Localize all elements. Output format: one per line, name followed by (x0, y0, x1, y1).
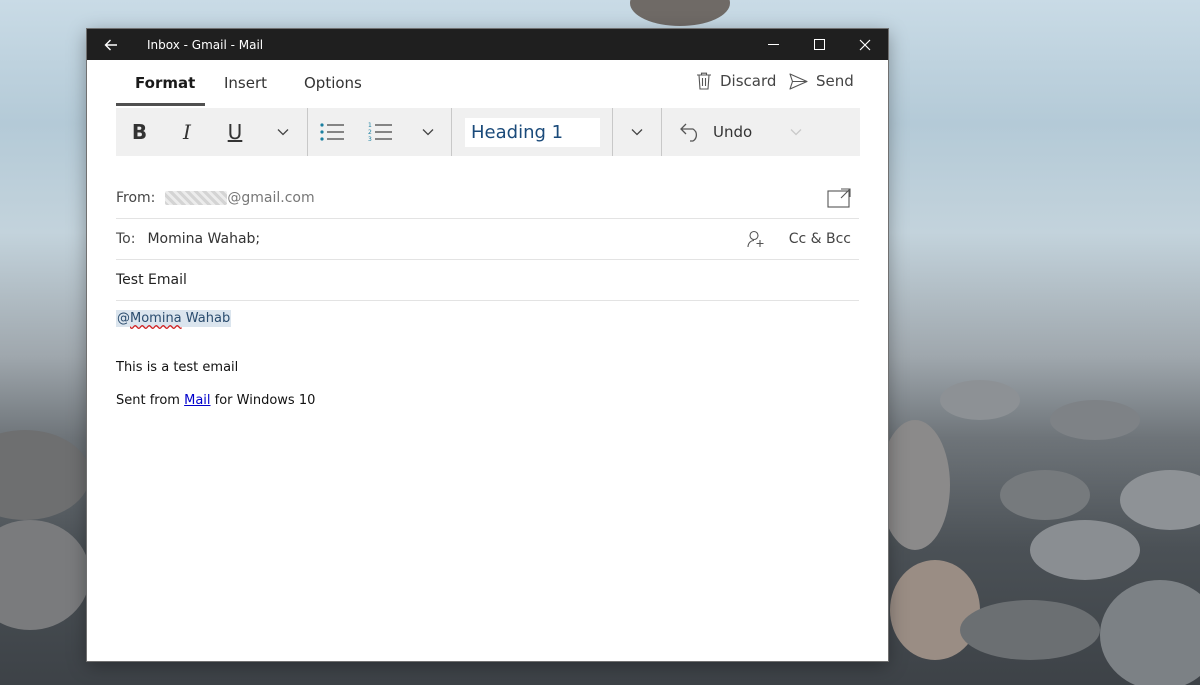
to-label: To: (116, 231, 135, 247)
paragraph-style-select[interactable]: Heading 1 (465, 118, 600, 147)
add-contact-icon[interactable] (747, 230, 765, 248)
bold-button[interactable]: B (116, 108, 163, 156)
window-controls (750, 29, 888, 60)
chevron-down-icon (631, 128, 643, 136)
format-toolbar: B I U 1 2 3 Heading 1 (116, 108, 860, 156)
maximize-icon (814, 39, 825, 50)
chevron-down-icon (422, 128, 434, 136)
back-button[interactable] (87, 29, 135, 60)
chevron-down-icon (277, 128, 289, 136)
mention: @Momina Wahab (116, 311, 315, 326)
cc-bcc-button[interactable]: Cc & Bcc (789, 231, 851, 247)
italic-button[interactable]: I (163, 108, 211, 156)
ribbon-tabs: Format Insert Options Discard Send (87, 60, 888, 108)
signature-prefix: Sent from (116, 393, 184, 408)
to-input[interactable]: Momina Wahab; (147, 231, 260, 247)
undo-button[interactable]: Undo (662, 108, 752, 156)
chevron-down-icon (790, 128, 802, 136)
signature-suffix: for Windows 10 (211, 393, 316, 408)
discard-button[interactable]: Discard (696, 72, 776, 90)
close-icon (859, 39, 871, 51)
tab-options[interactable]: Options (304, 74, 362, 92)
bullets-button[interactable] (308, 108, 356, 156)
tab-format[interactable]: Format (135, 74, 195, 92)
minimize-button[interactable] (750, 29, 796, 60)
svg-text:2: 2 (368, 129, 372, 136)
mention-first-name: Momina (130, 311, 182, 326)
body-line: This is a test email (116, 360, 315, 375)
send-button[interactable]: Send (789, 72, 854, 90)
font-more-button[interactable] (259, 108, 307, 156)
send-label: Send (816, 72, 854, 90)
bullet-list-icon (320, 122, 344, 142)
mention-chip[interactable]: @Momina Wahab (116, 310, 231, 327)
title-bar: Inbox - Gmail - Mail (87, 29, 888, 60)
underline-button[interactable]: U (211, 108, 259, 156)
active-tab-indicator (116, 103, 205, 106)
back-arrow-icon (104, 39, 118, 51)
undo-more-button[interactable] (772, 108, 820, 156)
redacted-username (165, 191, 227, 205)
pop-out-icon[interactable] (827, 188, 851, 208)
from-label: From: (116, 190, 155, 206)
undo-label: Undo (713, 123, 752, 141)
to-row: To: Momina Wahab; Cc & Bcc (116, 219, 859, 260)
mail-window: Inbox - Gmail - Mail Format Insert Optio… (87, 29, 888, 661)
discard-label: Discard (720, 72, 776, 90)
paragraph-more-button[interactable] (404, 108, 451, 156)
numbering-button[interactable]: 1 2 3 (356, 108, 404, 156)
trash-icon (696, 72, 712, 90)
from-address[interactable]: @gmail.com (165, 190, 314, 206)
numbered-list-icon: 1 2 3 (368, 121, 392, 143)
mention-last-name: Wahab (182, 311, 231, 326)
subject-row: Test Email (116, 260, 859, 301)
subject-input[interactable]: Test Email (116, 272, 187, 288)
undo-icon (679, 122, 703, 142)
toolbar-separator (451, 108, 452, 156)
minimize-icon (768, 39, 779, 50)
window-title: Inbox - Gmail - Mail (147, 38, 263, 52)
styles-dropdown-button[interactable] (613, 108, 661, 156)
svg-text:1: 1 (368, 122, 372, 129)
send-icon (789, 73, 808, 90)
close-button[interactable] (842, 29, 888, 60)
from-domain: @gmail.com (227, 190, 314, 206)
tab-insert[interactable]: Insert (224, 74, 267, 92)
mention-at-sign: @ (117, 311, 130, 326)
mail-link[interactable]: Mail (184, 393, 210, 408)
from-row: From: @gmail.com (116, 178, 859, 219)
maximize-button[interactable] (796, 29, 842, 60)
svg-text:3: 3 (368, 136, 372, 143)
signature: Sent from Mail for Windows 10 (116, 393, 315, 408)
message-body[interactable]: @Momina Wahab This is a test email Sent … (116, 311, 315, 408)
